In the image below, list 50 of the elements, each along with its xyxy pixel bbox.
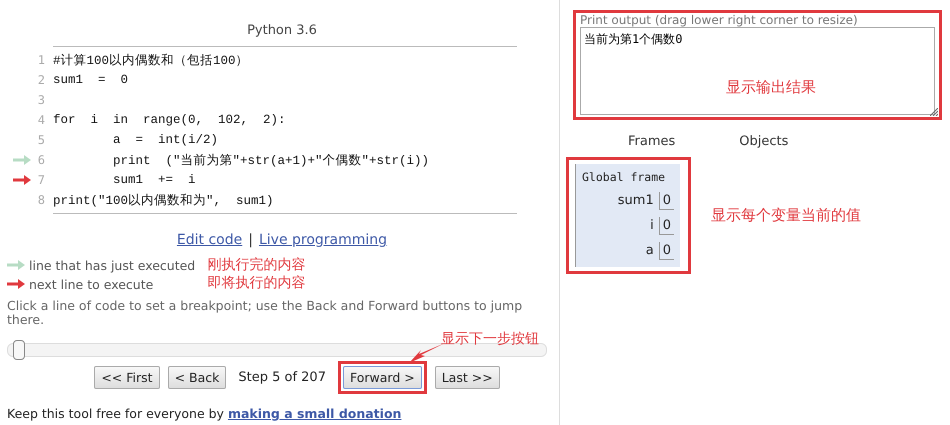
variable-name: sum1: [618, 193, 654, 208]
code-line[interactable]: print (″当前为第″+str(a+1)+″个偶数″+str(i)): [53, 152, 430, 168]
line-number: 4: [36, 113, 45, 127]
code-line[interactable]: for i in range(0, 102, 2):: [53, 113, 286, 127]
code-line[interactable]: sum1 = 0: [53, 73, 128, 87]
code-line[interactable]: sum1 += i: [53, 173, 196, 187]
line-number: 7: [36, 173, 45, 187]
breakpoint-hint: Click a line of code to set a breakpoint; use the Back and Forward buttons to jump there.: [7, 299, 524, 327]
step-button[interactable]: << First: [94, 366, 160, 389]
next-line-arrow-icon: [7, 279, 25, 289]
live-programming-link[interactable]: Live programming: [258, 232, 388, 248]
legend-label: next line to execute: [29, 276, 154, 292]
code-line[interactable]: print(″100以内偶数和为″, sum1): [53, 192, 274, 208]
language-title: Python 3.6: [246, 23, 318, 38]
code-line[interactable]: a = int(i/2): [53, 133, 218, 147]
line-number: 1: [36, 53, 45, 67]
line-number: 6: [36, 153, 45, 167]
frame-title: Global frame: [582, 170, 666, 184]
column-header: Frames: [628, 134, 676, 149]
annotation-text: 刚执行完的内容: [207, 256, 306, 274]
step-counter: Step 5 of 207: [237, 370, 327, 385]
variable-value: 0: [658, 216, 674, 234]
edit-code-link[interactable]: Edit code: [176, 232, 242, 248]
line-number: 2: [36, 73, 45, 87]
resize-grip-icon[interactable]: [930, 108, 938, 116]
link-separator: |: [248, 232, 253, 248]
output-field[interactable]: 当前为第1个偶数0 显示输出结果: [580, 27, 935, 115]
annotation-text: 显示下一步按钮: [440, 330, 539, 348]
output-text: 当前为第1个偶数0: [584, 32, 682, 46]
variable-name: i: [650, 218, 654, 233]
annotation-text: 显示每个变量当前的值: [711, 206, 861, 225]
variable-name: a: [646, 243, 654, 258]
step-button[interactable]: Forward >: [342, 366, 422, 389]
line-number: 3: [36, 93, 45, 107]
output-label: Print output (drag lower right corner to resize): [580, 13, 859, 27]
annotation-text: 显示输出结果: [726, 78, 816, 97]
legend-label: line that has just executed: [29, 258, 196, 272]
column-header: Objects: [739, 134, 788, 149]
annotation-text: 即将执行的内容: [207, 274, 306, 292]
step-button[interactable]: < Back: [168, 366, 226, 389]
line-number: 8: [36, 193, 45, 207]
slider-thumb[interactable]: [12, 340, 25, 360]
executed-line-arrow-icon: [7, 260, 25, 270]
step-button[interactable]: Last >>: [434, 366, 500, 389]
variable-value: 0: [658, 242, 674, 260]
code-line[interactable]: #计算100以内偶数和（包括100）: [53, 52, 249, 68]
line-number: 5: [36, 133, 45, 147]
variable-value: 0: [658, 192, 674, 210]
footer-text: Keep this tool free for everyone by: [7, 406, 224, 421]
donation-link[interactable]: making a small donation: [228, 406, 402, 421]
